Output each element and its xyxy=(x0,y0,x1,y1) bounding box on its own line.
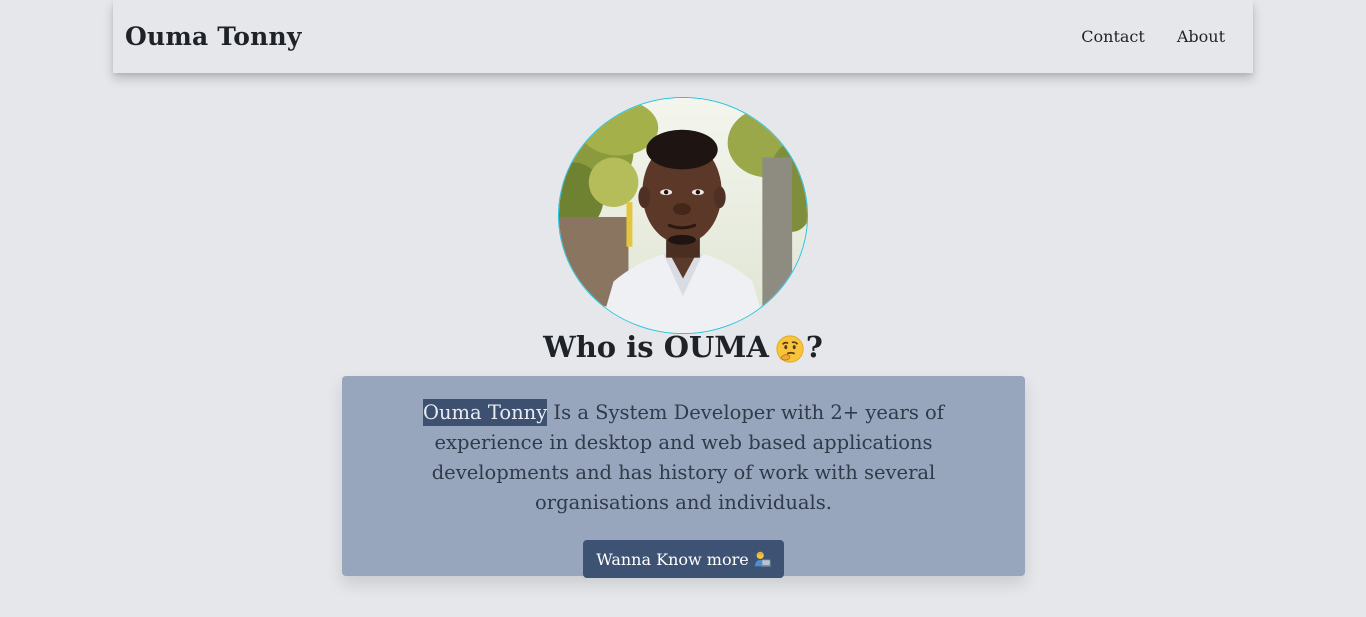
know-more-button[interactable]: Wanna Know more xyxy=(583,540,784,578)
brand-name[interactable]: Ouma Tonny xyxy=(125,22,302,51)
know-more-label: Wanna Know more xyxy=(596,549,749,569)
intro-card: Ouma Tonny Is a System Developer with 2+… xyxy=(342,376,1025,578)
bio-highlight-name: Ouma Tonny xyxy=(423,399,548,426)
heading-text: Who is OUMA xyxy=(543,330,769,364)
thinking-face-icon xyxy=(776,335,804,363)
profile-photo-icon xyxy=(559,98,807,333)
nav-link-contact[interactable]: Contact xyxy=(1081,27,1145,46)
avatar xyxy=(558,97,808,334)
technologist-icon xyxy=(754,551,771,567)
bio-text: Ouma Tonny Is a System Developer with 2+… xyxy=(370,398,997,518)
nav-link-about[interactable]: About xyxy=(1177,27,1225,46)
heading-suffix: ? xyxy=(805,330,823,364)
nav-links: Contact About xyxy=(1081,27,1241,46)
navbar: Ouma Tonny Contact About xyxy=(113,0,1253,73)
page-heading: Who is OUMA ? xyxy=(0,330,1366,364)
